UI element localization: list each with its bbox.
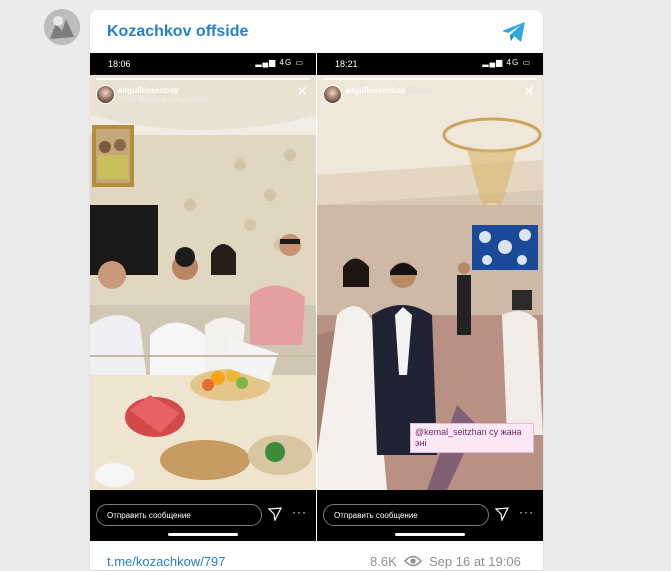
reply-message-input[interactable]: Отправить сообщение bbox=[323, 504, 489, 526]
post-link[interactable]: t.me/kozachkow/797 bbox=[107, 554, 226, 569]
reply-message-input[interactable]: Отправить сообщение bbox=[96, 504, 262, 526]
signal-indicator: ▂▄▆ 4G ▭ bbox=[482, 58, 531, 67]
mention-text: @kemal_seitzhan су жана эні bbox=[415, 427, 522, 448]
story-username[interactable]: aitgulbissenbay bbox=[345, 86, 405, 95]
status-bar: 18:21 ▂▄▆ 4G ▭ bbox=[317, 53, 543, 75]
story-progress-bar bbox=[96, 78, 310, 80]
channel-avatar[interactable] bbox=[44, 9, 80, 45]
status-time: 18:06 bbox=[108, 59, 131, 69]
status-bar: 18:06 ▂▄▆ 4G ▭ bbox=[90, 53, 316, 75]
story-user-avatar[interactable] bbox=[96, 85, 115, 104]
home-indicator bbox=[395, 533, 465, 536]
send-icon[interactable] bbox=[267, 507, 283, 526]
story-reply-bar: Отправить сообщение ··· bbox=[90, 490, 316, 541]
story-progress-bar bbox=[323, 78, 537, 80]
more-icon[interactable]: ··· bbox=[292, 505, 307, 519]
post-card: Kozachkov offside 18:06 ▂▄▆ 4G ▭ aitgulb… bbox=[90, 10, 543, 570]
story-user-avatar[interactable] bbox=[323, 85, 342, 104]
post-date: Sep 16 at 19:06 bbox=[429, 554, 521, 569]
story-screenshot-2[interactable]: 18:21 ▂▄▆ 4G ▭ @kemal_seitzhan су жана э… bbox=[317, 53, 543, 541]
story-time-ago: 5ч. bbox=[180, 86, 191, 95]
home-indicator bbox=[168, 533, 238, 536]
story-photo-wedding: @kemal_seitzhan су жана эні bbox=[317, 75, 543, 490]
story-photo-dinner bbox=[90, 75, 316, 490]
close-icon[interactable]: ✕ bbox=[296, 83, 308, 100]
story-time-ago: 58мин. bbox=[407, 86, 433, 95]
mention-sticker[interactable]: @kemal_seitzhan су жана эні bbox=[410, 423, 534, 453]
signal-indicator: ▂▄▆ 4G ▭ bbox=[255, 58, 304, 67]
channel-title[interactable]: Kozachkov offside bbox=[107, 23, 248, 41]
network-label: 4G bbox=[506, 58, 520, 67]
telegram-icon[interactable] bbox=[501, 21, 527, 48]
story-screenshot-1[interactable]: 18:06 ▂▄▆ 4G ▭ aitgulbissenbay 5ч. ♪ Pur… bbox=[90, 53, 316, 541]
story-username[interactable]: aitgulbissenbay bbox=[118, 86, 178, 95]
story-header: aitgulbissenbay 58мин. ✕ bbox=[323, 83, 535, 105]
more-icon[interactable]: ··· bbox=[519, 505, 534, 519]
post-footer: t.me/kozachkow/797 8.6K Sep 16 at 19:06 bbox=[90, 551, 543, 571]
view-count: 8.6K bbox=[370, 554, 397, 569]
story-header: aitgulbissenbay 5ч. ♪ Pure Beauty от yol… bbox=[96, 83, 308, 105]
close-icon[interactable]: ✕ bbox=[523, 83, 535, 100]
network-label: 4G bbox=[279, 58, 293, 67]
eye-icon bbox=[403, 555, 423, 570]
story-reply-bar: Отправить сообщение ··· bbox=[317, 490, 543, 541]
status-time: 18:21 bbox=[335, 59, 358, 69]
story-music[interactable]: ♪ Pure Beauty от yolla_hakman bbox=[118, 96, 209, 103]
send-icon[interactable] bbox=[494, 507, 510, 526]
